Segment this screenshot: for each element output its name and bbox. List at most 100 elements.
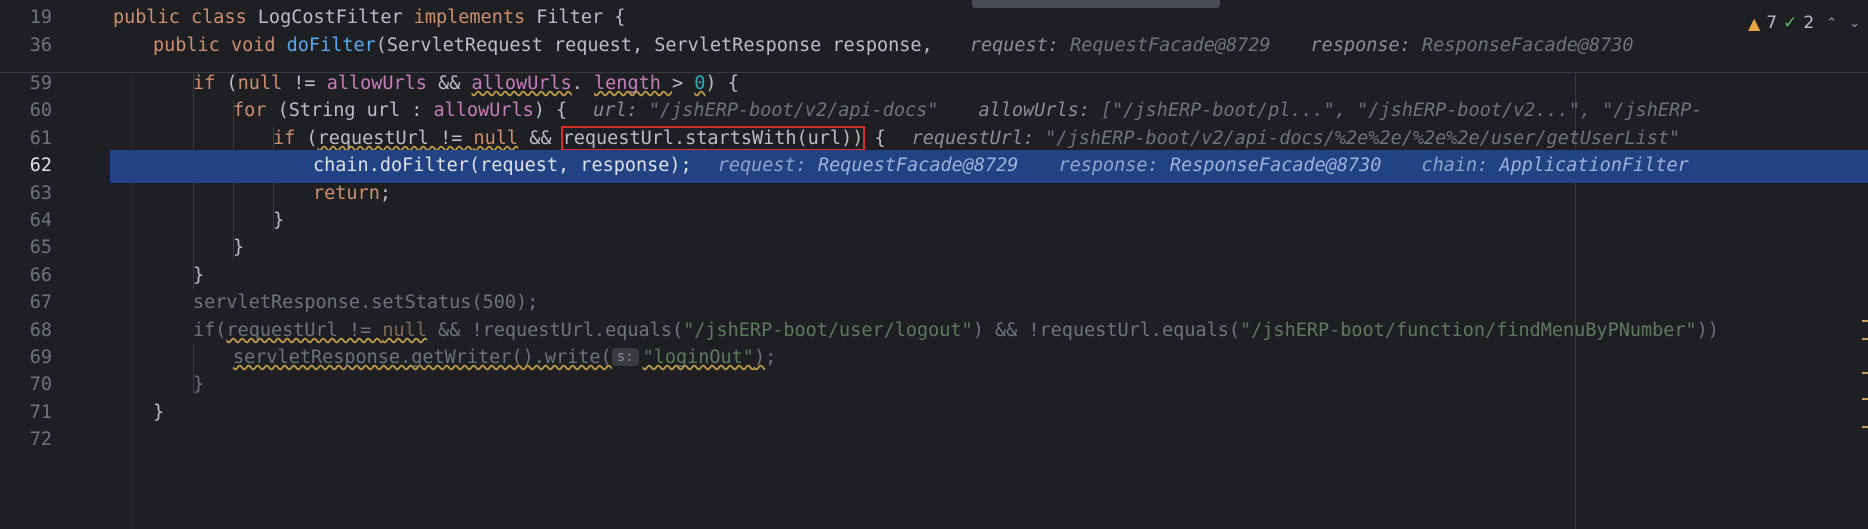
chevron-up-icon[interactable]: ⌃ — [1826, 16, 1837, 31]
code-text[interactable]: servletResponse.getWriter().write(s: "log… — [233, 347, 776, 369]
debug-var-name: request: — [717, 155, 818, 176]
code-token: allowUrls — [326, 73, 439, 94]
code-token: } — [193, 374, 205, 395]
code-token: requestUrl != — [226, 320, 383, 341]
code-token: } — [193, 265, 205, 286]
code-text[interactable]: servletResponse.setStatus(500); — [193, 292, 538, 314]
code-token: ( — [306, 128, 318, 149]
code-text[interactable]: } — [273, 210, 284, 232]
error-stripe-mark[interactable] — [1862, 338, 1868, 340]
debug-var-value: "/jshERP-boot/v2/api-docs/%2e%2e/%2e%2e/… — [1045, 128, 1681, 149]
code-text[interactable]: } — [193, 374, 204, 396]
code-token: if — [193, 73, 227, 94]
code-token: allowUrls — [471, 73, 572, 94]
sticky-lines-header[interactable]: 19 public class LogCostFilter implements … — [0, 0, 1868, 73]
code-token: doFilter — [286, 35, 376, 56]
code-token: implements — [413, 7, 537, 28]
line-number[interactable]: 64 — [0, 210, 52, 232]
code-token: ) { — [533, 100, 568, 121]
warning-icon: ▲ — [1747, 13, 1761, 33]
code-text[interactable]: public class LogCostFilter implements Fi… — [113, 7, 625, 29]
code-token: ; — [379, 183, 391, 204]
code-token: ) { — [705, 73, 739, 94]
code-text[interactable]: if (null != allowUrls && allowUrls. leng… — [193, 73, 739, 95]
error-stripe-mark[interactable] — [1862, 398, 1868, 400]
error-stripe-mark[interactable] — [1862, 320, 1868, 322]
code-token: { — [863, 128, 886, 149]
debug-var-name: chain: — [1421, 155, 1500, 176]
code-text[interactable]: return; — [313, 183, 391, 205]
code-line[interactable]: 36 public void doFilter(ServletRequest re… — [0, 30, 1868, 63]
line-number[interactable]: 61 — [0, 128, 52, 150]
line-number[interactable]: 19 — [0, 7, 52, 29]
inline-debug-value[interactable]: chain: ApplicationFilter — [1421, 155, 1688, 176]
error-stripe-mark[interactable] — [1862, 372, 1868, 374]
code-line[interactable]: 72 — [0, 424, 1868, 457]
code-token: (ServletRequest request, ServletResponse… — [375, 35, 944, 56]
code-text[interactable]: } — [233, 237, 244, 259]
line-number[interactable]: 63 — [0, 183, 52, 205]
code-token: } — [233, 237, 245, 258]
inline-debug-value[interactable]: requestUrl: "/jshERP-boot/v2/api-docs/%2… — [912, 128, 1681, 149]
line-number[interactable]: 60 — [0, 100, 52, 122]
debug-var-name: response: — [1058, 155, 1170, 176]
code-token: (String url : — [277, 100, 434, 121]
debug-var-name: url: — [593, 100, 649, 121]
debug-var-value: RequestFacade@8729 — [817, 155, 1019, 176]
line-number[interactable]: 72 — [0, 429, 52, 451]
code-token: return — [313, 183, 380, 204]
line-number[interactable]: 36 — [0, 35, 52, 57]
highlighted-expression: requestUrl.startsWith(url)) — [560, 126, 866, 151]
code-text[interactable]: for (String url : allowUrls) { url: "/jsh… — [233, 100, 1702, 122]
inline-debug-value[interactable]: request: RequestFacade@8729 — [718, 155, 1019, 176]
warning-count: 7 — [1766, 13, 1778, 33]
line-number[interactable]: 69 — [0, 347, 52, 369]
inline-debug-value[interactable]: request: RequestFacade@8729 — [970, 35, 1271, 56]
line-number[interactable]: 59 — [0, 73, 52, 95]
inline-debug-value[interactable]: response: ResponseFacade@8730 — [1311, 35, 1634, 56]
code-token: if( — [193, 320, 227, 341]
code-token: Filter { — [536, 7, 626, 28]
line-number[interactable]: 62 — [0, 155, 52, 177]
code-token: chain.doFilter(request, response); — [313, 155, 692, 176]
inspection-widget[interactable]: ▲ 7 ✓ 2 ⌃ ⌄ — [1748, 13, 1860, 33]
code-token: for — [233, 100, 278, 121]
line-number[interactable]: 71 — [0, 402, 52, 424]
code-text[interactable]: } — [153, 402, 164, 424]
inline-debug-value[interactable]: url: "/jshERP-boot/v2/api-docs" — [593, 100, 938, 121]
line-number[interactable]: 68 — [0, 320, 52, 342]
code-token: if — [273, 128, 307, 149]
code-text[interactable]: if(requestUrl != null && !requestUrl.equ… — [193, 320, 1719, 342]
code-text[interactable]: if (requestUrl != null && requestUrl.sta… — [273, 126, 1681, 151]
code-text[interactable]: } — [193, 265, 204, 287]
parameter-name-hint: s: — [611, 348, 639, 366]
code-text[interactable]: chain.doFilter(request, response); reques… — [313, 155, 1689, 177]
code-token: ; — [765, 347, 777, 368]
line-number[interactable]: 67 — [0, 292, 52, 314]
code-token: requestUrl != — [317, 128, 474, 149]
debug-var-value: ResponseFacade@8730 — [1421, 35, 1634, 56]
inline-debug-value[interactable]: allowUrls: ["/jshERP-boot/pl...", "/jshE… — [978, 100, 1702, 121]
code-token: != — [293, 73, 327, 94]
chevron-down-icon[interactable]: ⌄ — [1849, 16, 1860, 31]
code-editor[interactable]: 59 if (null != allowUrls && allowUrls. le… — [0, 0, 1868, 529]
code-token: } — [273, 210, 285, 231]
code-token: } — [153, 402, 165, 423]
code-text[interactable]: public void doFilter(ServletRequest requ… — [153, 35, 1634, 57]
check-icon: ✓ — [1783, 13, 1798, 33]
line-number[interactable]: 66 — [0, 265, 52, 287]
debug-var-value: ApplicationFilter — [1499, 155, 1689, 176]
error-stripe-mark[interactable] — [1862, 426, 1868, 428]
code-token: public class — [113, 7, 258, 28]
code-token: && — [438, 73, 472, 94]
line-number[interactable]: 70 — [0, 374, 52, 396]
debug-var-value: ["/jshERP-boot/pl...", "/jshERP-boot/v2.… — [1101, 100, 1703, 121]
debug-var-value: ResponseFacade@8730 — [1169, 155, 1382, 176]
code-token: allowUrls — [433, 100, 534, 121]
code-token: null — [473, 128, 519, 149]
inline-debug-value[interactable]: response: ResponseFacade@8730 — [1058, 155, 1381, 176]
line-number[interactable]: 65 — [0, 237, 52, 259]
debug-var-name: requestUrl: — [911, 128, 1046, 149]
code-token: 0 — [694, 73, 706, 94]
debug-var-value: "/jshERP-boot/v2/api-docs" — [648, 100, 939, 121]
